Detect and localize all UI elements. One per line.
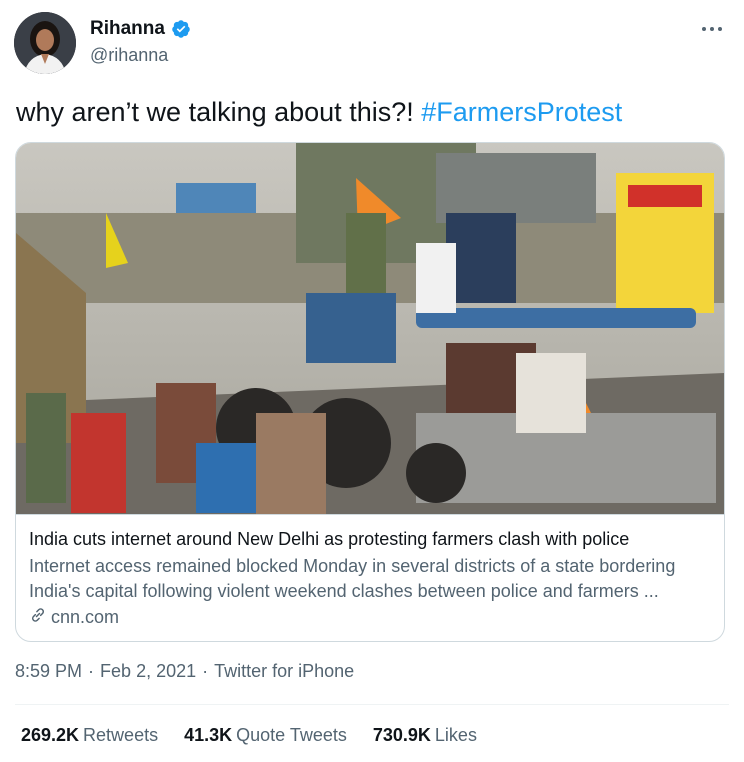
- hashtag-link[interactable]: #FarmersProtest: [421, 97, 622, 127]
- author-name[interactable]: Rihanna: [90, 18, 165, 40]
- more-options-icon[interactable]: [700, 22, 724, 36]
- tweet: Rihanna @rihanna why aren’t we talking a…: [0, 0, 744, 762]
- quote-tweets-count: 41.3K: [184, 725, 233, 745]
- retweets-label: Retweets: [83, 725, 159, 745]
- tweet-body: why aren’t we talking about this?!: [16, 97, 414, 127]
- tweet-time[interactable]: 8:59 PM: [15, 661, 82, 682]
- tweet-source[interactable]: Twitter for iPhone: [214, 661, 354, 682]
- retweets-count: 269.2K: [21, 725, 80, 745]
- meta-separator: ·: [88, 661, 95, 681]
- retweets-stat[interactable]: 269.2K Retweets: [21, 725, 158, 746]
- divider: [15, 704, 729, 705]
- meta-separator: ·: [202, 661, 209, 681]
- card-description-line: Internet access remained blocked Monday …: [29, 556, 676, 576]
- link-preview-card[interactable]: India cuts internet around New Delhi as …: [15, 142, 725, 642]
- card-domain[interactable]: cnn.com: [29, 606, 119, 629]
- tweet-text: why aren’t we talking about this?! #Farm…: [16, 95, 622, 129]
- author-handle[interactable]: @rihanna: [90, 45, 168, 66]
- avatar[interactable]: [14, 12, 76, 74]
- card-description: Internet access remained blocked Monday …: [29, 554, 719, 604]
- card-description-line: India's capital following violent weeken…: [29, 581, 659, 601]
- likes-stat[interactable]: 730.9K Likes: [373, 725, 477, 746]
- link-icon: [29, 606, 47, 629]
- card-image[interactable]: [16, 143, 724, 514]
- card-divider: [16, 514, 724, 515]
- quote-tweets-stat[interactable]: 41.3K Quote Tweets: [184, 725, 347, 746]
- quote-tweets-label: Quote Tweets: [236, 725, 347, 745]
- card-title[interactable]: India cuts internet around New Delhi as …: [29, 529, 629, 550]
- tweet-stats: 269.2K Retweets 41.3K Quote Tweets 730.9K L…: [21, 725, 477, 746]
- tweet-date[interactable]: Feb 2, 2021: [100, 661, 196, 682]
- likes-count: 730.9K: [372, 725, 431, 745]
- tweet-meta: 8:59 PM · Feb 2, 2021 · Twitter for iPho…: [15, 661, 354, 682]
- likes-label: Likes: [434, 725, 477, 745]
- author-name-row[interactable]: Rihanna: [90, 18, 191, 40]
- verified-badge-icon: [171, 19, 191, 39]
- card-domain-text: cnn.com: [51, 607, 120, 627]
